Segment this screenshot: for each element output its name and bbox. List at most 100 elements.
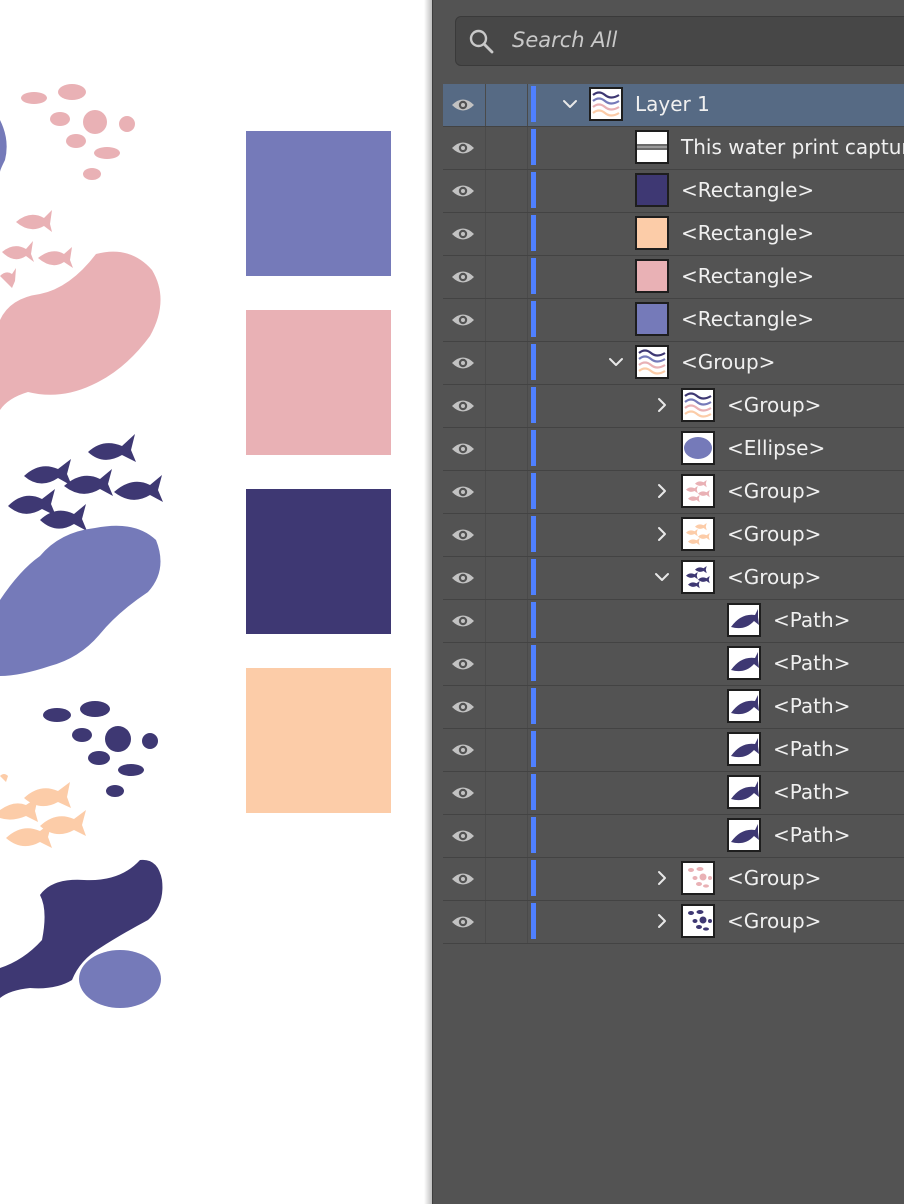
layer-name[interactable]: <Group> bbox=[681, 350, 775, 374]
visibility-eye-icon[interactable] bbox=[451, 569, 475, 587]
layer-row[interactable]: <Rectangle> bbox=[443, 170, 904, 213]
layer-name[interactable]: <Path> bbox=[773, 651, 850, 675]
layer-name[interactable]: <Group> bbox=[727, 909, 821, 933]
chevron-right-icon[interactable] bbox=[653, 396, 671, 414]
lock-column[interactable] bbox=[527, 815, 528, 857]
artboard-canvas[interactable] bbox=[0, 0, 430, 1204]
layer-name[interactable]: <Ellipse> bbox=[727, 436, 825, 460]
layer-row[interactable]: <Group> bbox=[443, 901, 904, 944]
chevron-right-icon[interactable] bbox=[653, 525, 671, 543]
layer-row[interactable]: <Path> bbox=[443, 772, 904, 815]
visibility-eye-icon[interactable] bbox=[451, 311, 475, 329]
layer-row[interactable]: <Ellipse> bbox=[443, 428, 904, 471]
layer-thumbnail bbox=[681, 474, 715, 508]
lock-column[interactable] bbox=[527, 299, 528, 341]
layers-panel: Search All Layer 1 This water print captu… bbox=[432, 0, 904, 1204]
visibility-eye-icon[interactable] bbox=[451, 139, 475, 157]
lock-column[interactable] bbox=[527, 471, 528, 513]
chevron-right-icon[interactable] bbox=[653, 869, 671, 887]
layer-row[interactable]: <Group> bbox=[443, 514, 904, 557]
lock-column[interactable] bbox=[527, 170, 528, 212]
layer-row[interactable]: <Group> bbox=[443, 385, 904, 428]
layer-name[interactable]: <Rectangle> bbox=[681, 307, 814, 331]
visibility-eye-icon[interactable] bbox=[451, 827, 475, 845]
visibility-eye-icon[interactable] bbox=[451, 354, 475, 372]
layer-color-bar bbox=[531, 559, 536, 595]
visibility-eye-icon[interactable] bbox=[451, 784, 475, 802]
lock-column[interactable] bbox=[527, 901, 528, 943]
lock-column[interactable] bbox=[527, 385, 528, 427]
layer-row[interactable]: <Path> bbox=[443, 600, 904, 643]
layer-row[interactable]: <Rectangle> bbox=[443, 256, 904, 299]
layer-row[interactable]: <Rectangle> bbox=[443, 213, 904, 256]
layer-color-bar bbox=[531, 516, 536, 552]
layer-name[interactable]: <Rectangle> bbox=[681, 221, 814, 245]
layer-name[interactable]: <Group> bbox=[727, 866, 821, 890]
layer-name[interactable]: <Path> bbox=[773, 737, 850, 761]
layer-name[interactable]: <Group> bbox=[727, 479, 821, 503]
lock-column[interactable] bbox=[527, 858, 528, 900]
layer-row-layer-1[interactable]: Layer 1 bbox=[443, 84, 904, 127]
layer-name[interactable]: <Group> bbox=[727, 393, 821, 417]
layer-row[interactable]: This water print capture bbox=[443, 127, 904, 170]
visibility-eye-icon[interactable] bbox=[451, 268, 475, 286]
lock-column[interactable] bbox=[527, 213, 528, 255]
visibility-eye-icon[interactable] bbox=[451, 870, 475, 888]
column-divider bbox=[485, 256, 486, 298]
lock-column[interactable] bbox=[527, 772, 528, 814]
lock-column[interactable] bbox=[527, 557, 528, 599]
layer-name[interactable]: This water print capture bbox=[681, 135, 904, 159]
lock-column[interactable] bbox=[527, 256, 528, 298]
visibility-eye-icon[interactable] bbox=[451, 96, 475, 114]
search-field[interactable]: Search All bbox=[455, 16, 904, 66]
visibility-eye-icon[interactable] bbox=[451, 612, 475, 630]
layer-row[interactable]: <Path> bbox=[443, 815, 904, 858]
layer-name[interactable]: <Path> bbox=[773, 823, 850, 847]
layer-row[interactable]: <Path> bbox=[443, 729, 904, 772]
column-divider bbox=[485, 84, 486, 126]
visibility-eye-icon[interactable] bbox=[451, 225, 475, 243]
lock-column[interactable] bbox=[527, 600, 528, 642]
lock-column[interactable] bbox=[527, 84, 528, 126]
lock-column[interactable] bbox=[527, 686, 528, 728]
layer-row[interactable]: <Path> bbox=[443, 686, 904, 729]
visibility-eye-icon[interactable] bbox=[451, 440, 475, 458]
layer-name[interactable]: <Group> bbox=[727, 565, 821, 589]
layer-row[interactable]: <Group> bbox=[443, 557, 904, 600]
visibility-eye-icon[interactable] bbox=[451, 655, 475, 673]
chevron-down-icon[interactable] bbox=[653, 568, 671, 586]
visibility-eye-icon[interactable] bbox=[451, 741, 475, 759]
visibility-eye-icon[interactable] bbox=[451, 182, 475, 200]
visibility-eye-icon[interactable] bbox=[451, 526, 475, 544]
layer-row[interactable]: <Group> bbox=[443, 471, 904, 514]
lock-column[interactable] bbox=[527, 514, 528, 556]
chevron-down-icon[interactable] bbox=[561, 95, 579, 113]
layer-name[interactable]: <Path> bbox=[773, 780, 850, 804]
lock-column[interactable] bbox=[527, 342, 528, 384]
visibility-eye-icon[interactable] bbox=[451, 483, 475, 501]
visibility-eye-icon[interactable] bbox=[451, 698, 475, 716]
layer-name[interactable]: Layer 1 bbox=[635, 92, 710, 116]
lock-column[interactable] bbox=[527, 127, 528, 169]
layer-row[interactable]: <Rectangle> bbox=[443, 299, 904, 342]
lock-column[interactable] bbox=[527, 643, 528, 685]
chevron-right-icon[interactable] bbox=[653, 912, 671, 930]
layer-thumbnail bbox=[635, 173, 669, 207]
visibility-eye-icon[interactable] bbox=[451, 913, 475, 931]
layer-row[interactable]: <Path> bbox=[443, 643, 904, 686]
layer-row[interactable]: <Group> bbox=[443, 858, 904, 901]
layer-color-bar bbox=[531, 602, 536, 638]
layer-name[interactable]: <Path> bbox=[773, 694, 850, 718]
visibility-eye-icon[interactable] bbox=[451, 397, 475, 415]
layer-row[interactable]: <Group> bbox=[443, 342, 904, 385]
layer-name[interactable]: <Path> bbox=[773, 608, 850, 632]
lock-column[interactable] bbox=[527, 729, 528, 771]
chevron-right-icon[interactable] bbox=[653, 482, 671, 500]
layer-name[interactable]: <Rectangle> bbox=[681, 178, 814, 202]
lock-column[interactable] bbox=[527, 428, 528, 470]
layer-thumbnail bbox=[635, 259, 669, 293]
search-icon bbox=[469, 29, 494, 54]
layer-name[interactable]: <Rectangle> bbox=[681, 264, 814, 288]
layer-name[interactable]: <Group> bbox=[727, 522, 821, 546]
chevron-down-icon[interactable] bbox=[607, 353, 625, 371]
